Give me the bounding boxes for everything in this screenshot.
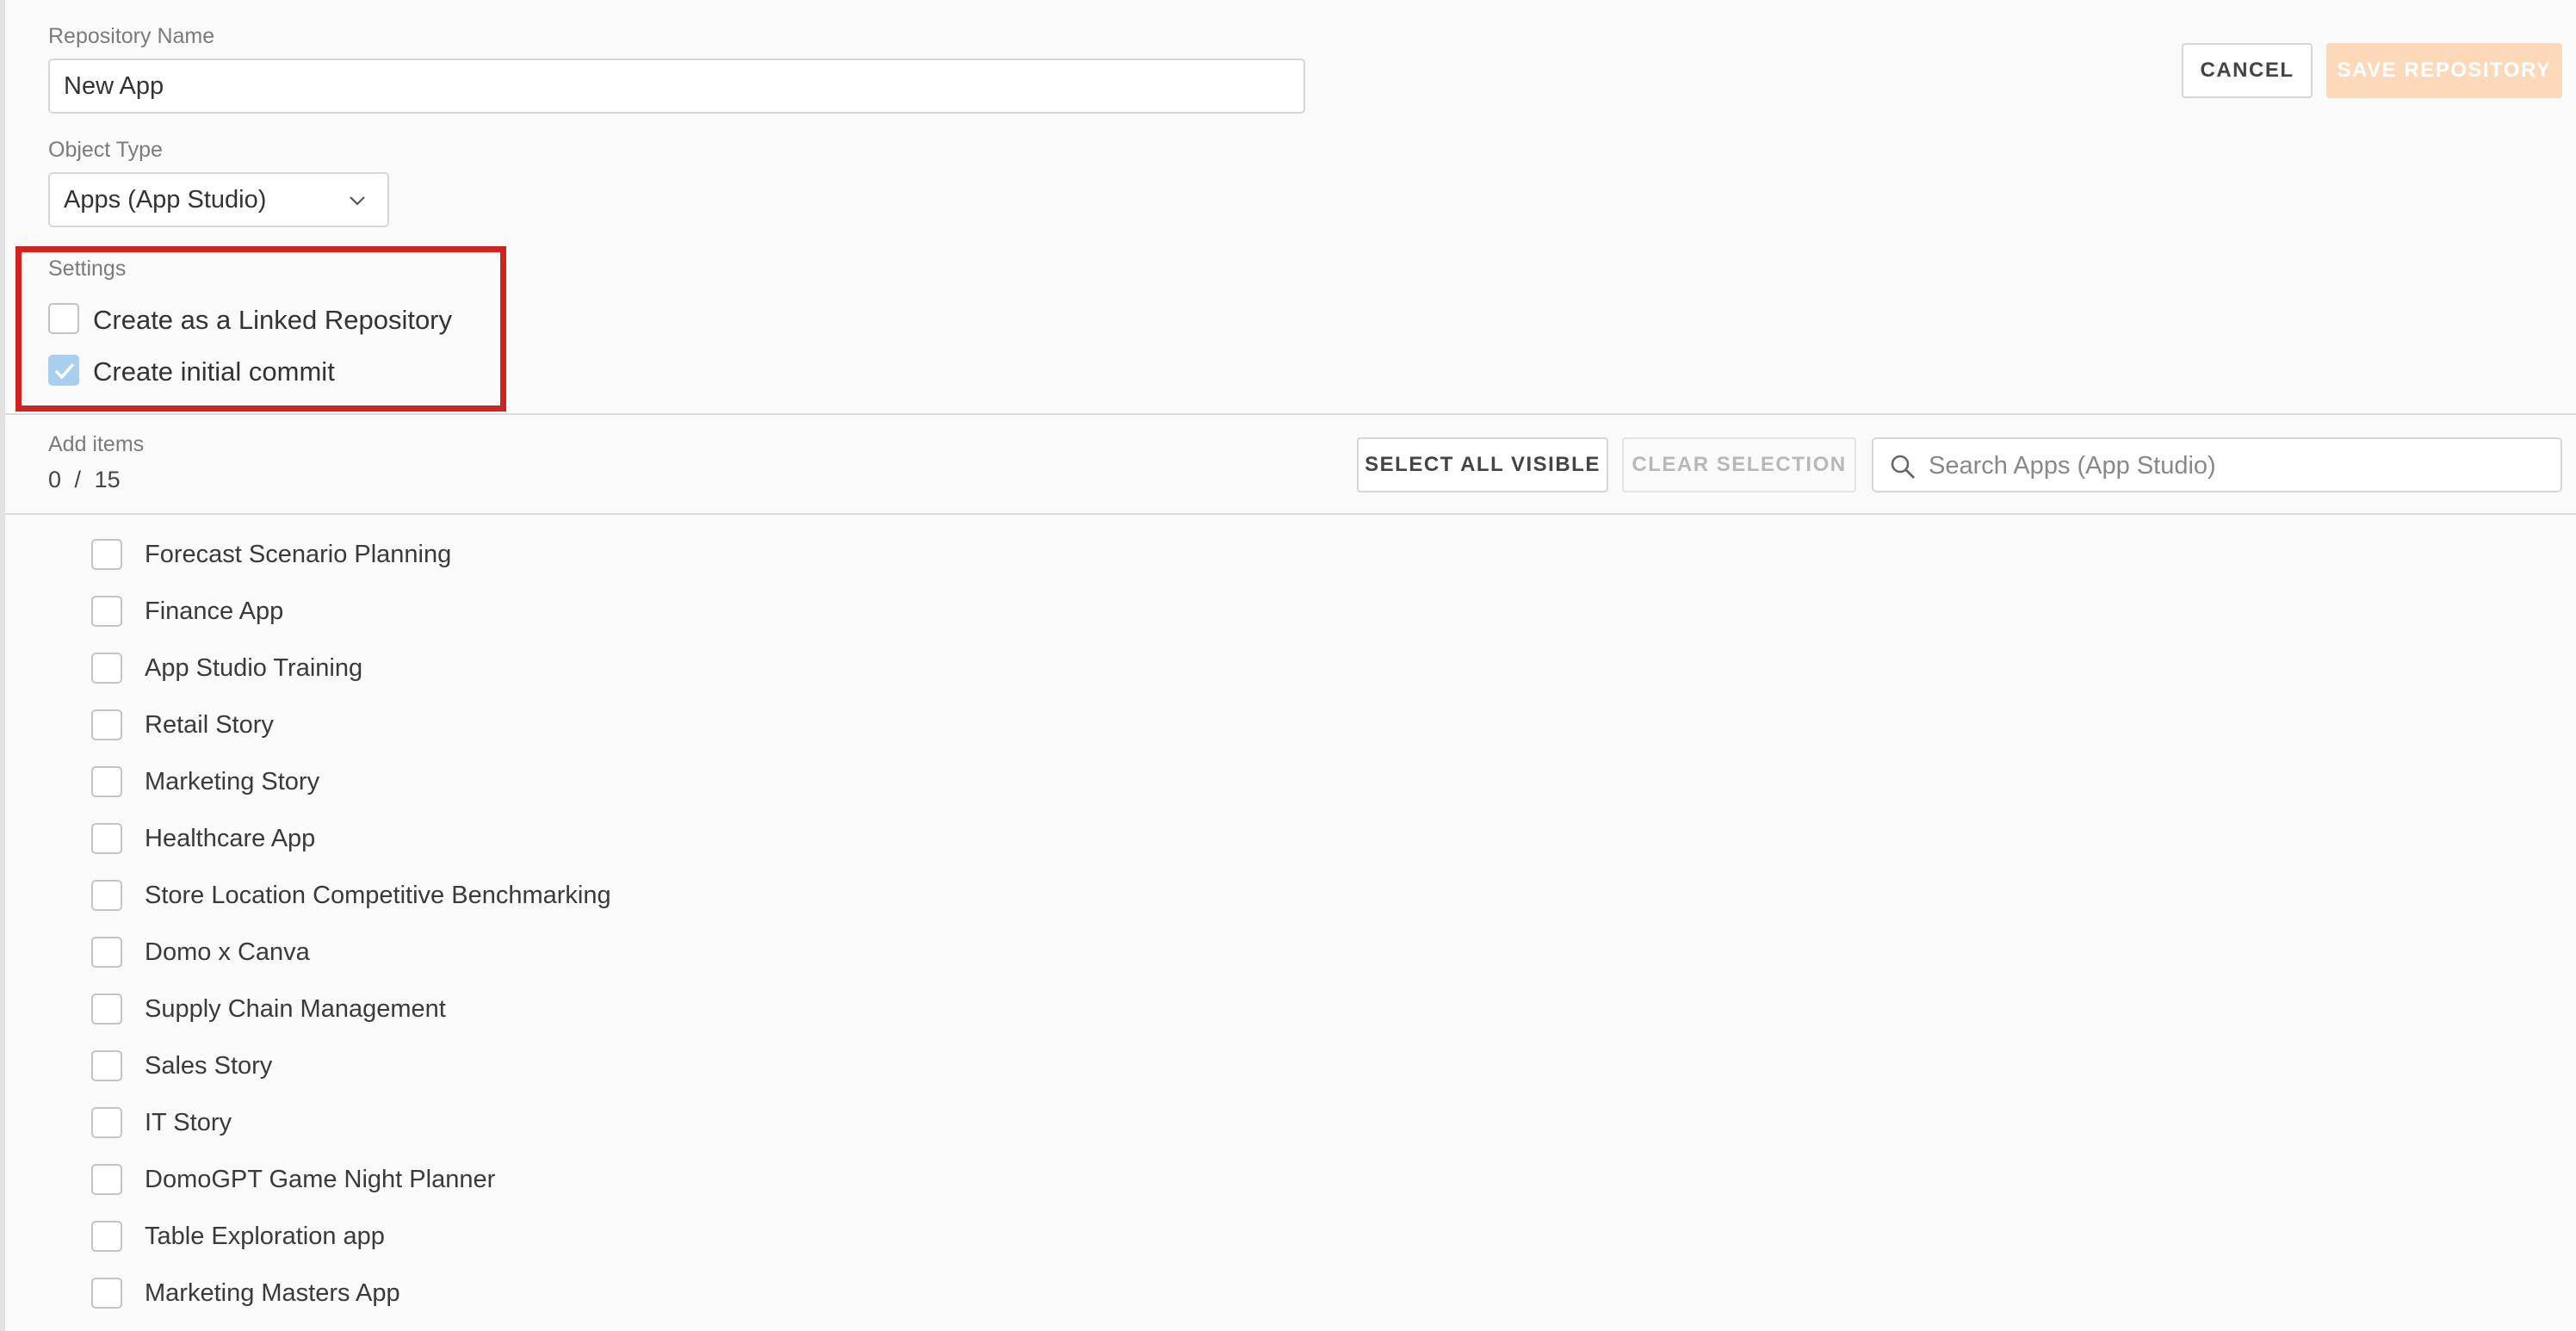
- list-item[interactable]: Marketing Masters App: [0, 1266, 2576, 1322]
- divider-list: [5, 513, 2576, 515]
- item-label: Healthcare App: [145, 825, 316, 852]
- item-label: Marketing Story: [145, 768, 320, 796]
- item-checkbox[interactable]: [91, 596, 122, 627]
- list-item[interactable]: IT Story: [0, 1095, 2576, 1152]
- settings-title: Settings: [48, 257, 127, 281]
- selected-count: 0: [48, 467, 62, 492]
- list-item[interactable]: App Studio Training: [0, 641, 2576, 697]
- list-item[interactable]: Retail Story: [0, 697, 2576, 754]
- list-item[interactable]: Marketing Story: [0, 754, 2576, 811]
- item-label: Domo x Canva: [145, 938, 310, 966]
- item-label: Sales Story: [145, 1052, 273, 1080]
- search-icon: [1891, 455, 1915, 479]
- item-label: Store Location Competitive Benchmarking: [145, 882, 611, 909]
- item-checkbox[interactable]: [91, 539, 122, 570]
- add-items-title: Add items: [48, 432, 145, 456]
- item-checkbox[interactable]: [91, 1278, 122, 1309]
- search-input[interactable]: [1927, 444, 2550, 487]
- item-checkbox[interactable]: [91, 1164, 122, 1195]
- checkmark-icon: [54, 362, 75, 380]
- divider-top: [5, 413, 2576, 415]
- list-item[interactable]: Healthcare App: [0, 811, 2576, 868]
- item-checkbox[interactable]: [91, 1050, 122, 1081]
- repository-name-input[interactable]: [48, 59, 1305, 114]
- object-type-select[interactable]: Apps (App Studio): [48, 172, 389, 227]
- item-checkbox[interactable]: [91, 880, 122, 911]
- item-label: Finance App: [145, 597, 284, 625]
- total-count: 15: [94, 467, 121, 492]
- count-separator: /: [74, 467, 82, 492]
- initial-commit-checkbox[interactable]: [48, 355, 79, 386]
- item-checkbox[interactable]: [91, 1221, 122, 1252]
- list-item[interactable]: Table Exploration app: [0, 1209, 2576, 1266]
- list-item[interactable]: Sales Story: [0, 1038, 2576, 1095]
- item-label: Retail Story: [145, 711, 274, 739]
- list-item[interactable]: Domo x Canva: [0, 925, 2576, 981]
- initial-commit-label: Create initial commit: [93, 356, 335, 387]
- item-label: IT Story: [145, 1109, 232, 1136]
- linked-repository-checkbox[interactable]: [48, 303, 79, 334]
- list-item[interactable]: Finance App: [0, 584, 2576, 641]
- item-checkbox[interactable]: [91, 1107, 122, 1138]
- item-checkbox[interactable]: [91, 653, 122, 684]
- item-label: DomoGPT Game Night Planner: [145, 1166, 496, 1193]
- item-label: Supply Chain Management: [145, 995, 446, 1023]
- clear-selection-button[interactable]: CLEAR SELECTION: [1622, 437, 1856, 492]
- item-checkbox[interactable]: [91, 823, 122, 854]
- item-label: App Studio Training: [145, 654, 363, 682]
- list-item[interactable]: Forecast Scenario Planning: [0, 527, 2576, 584]
- item-counter: 0 / 15: [48, 467, 121, 493]
- repository-name-label: Repository Name: [48, 24, 215, 48]
- object-type-label: Object Type: [48, 138, 163, 162]
- cancel-button[interactable]: CANCEL: [2182, 43, 2313, 98]
- select-all-visible-button[interactable]: SELECT ALL VISIBLE: [1357, 437, 1608, 492]
- object-type-value: Apps (App Studio): [64, 185, 267, 214]
- save-repository-button[interactable]: SAVE REPOSITORY: [2326, 43, 2562, 98]
- item-label: Table Exploration app: [145, 1223, 385, 1250]
- item-checkbox[interactable]: [91, 937, 122, 968]
- list-item[interactable]: Store Location Competitive Benchmarking: [0, 868, 2576, 925]
- item-checkbox[interactable]: [91, 766, 122, 797]
- item-label: Marketing Masters App: [145, 1279, 400, 1307]
- item-checkbox[interactable]: [91, 709, 122, 740]
- item-label: Forecast Scenario Planning: [145, 541, 452, 568]
- list-item[interactable]: Supply Chain Management: [0, 981, 2576, 1038]
- search-box[interactable]: [1872, 437, 2562, 492]
- list-item[interactable]: DomoGPT Game Night Planner: [0, 1152, 2576, 1209]
- chevron-down-icon: [350, 196, 365, 206]
- linked-repository-label: Create as a Linked Repository: [93, 305, 453, 335]
- item-checkbox[interactable]: [91, 994, 122, 1025]
